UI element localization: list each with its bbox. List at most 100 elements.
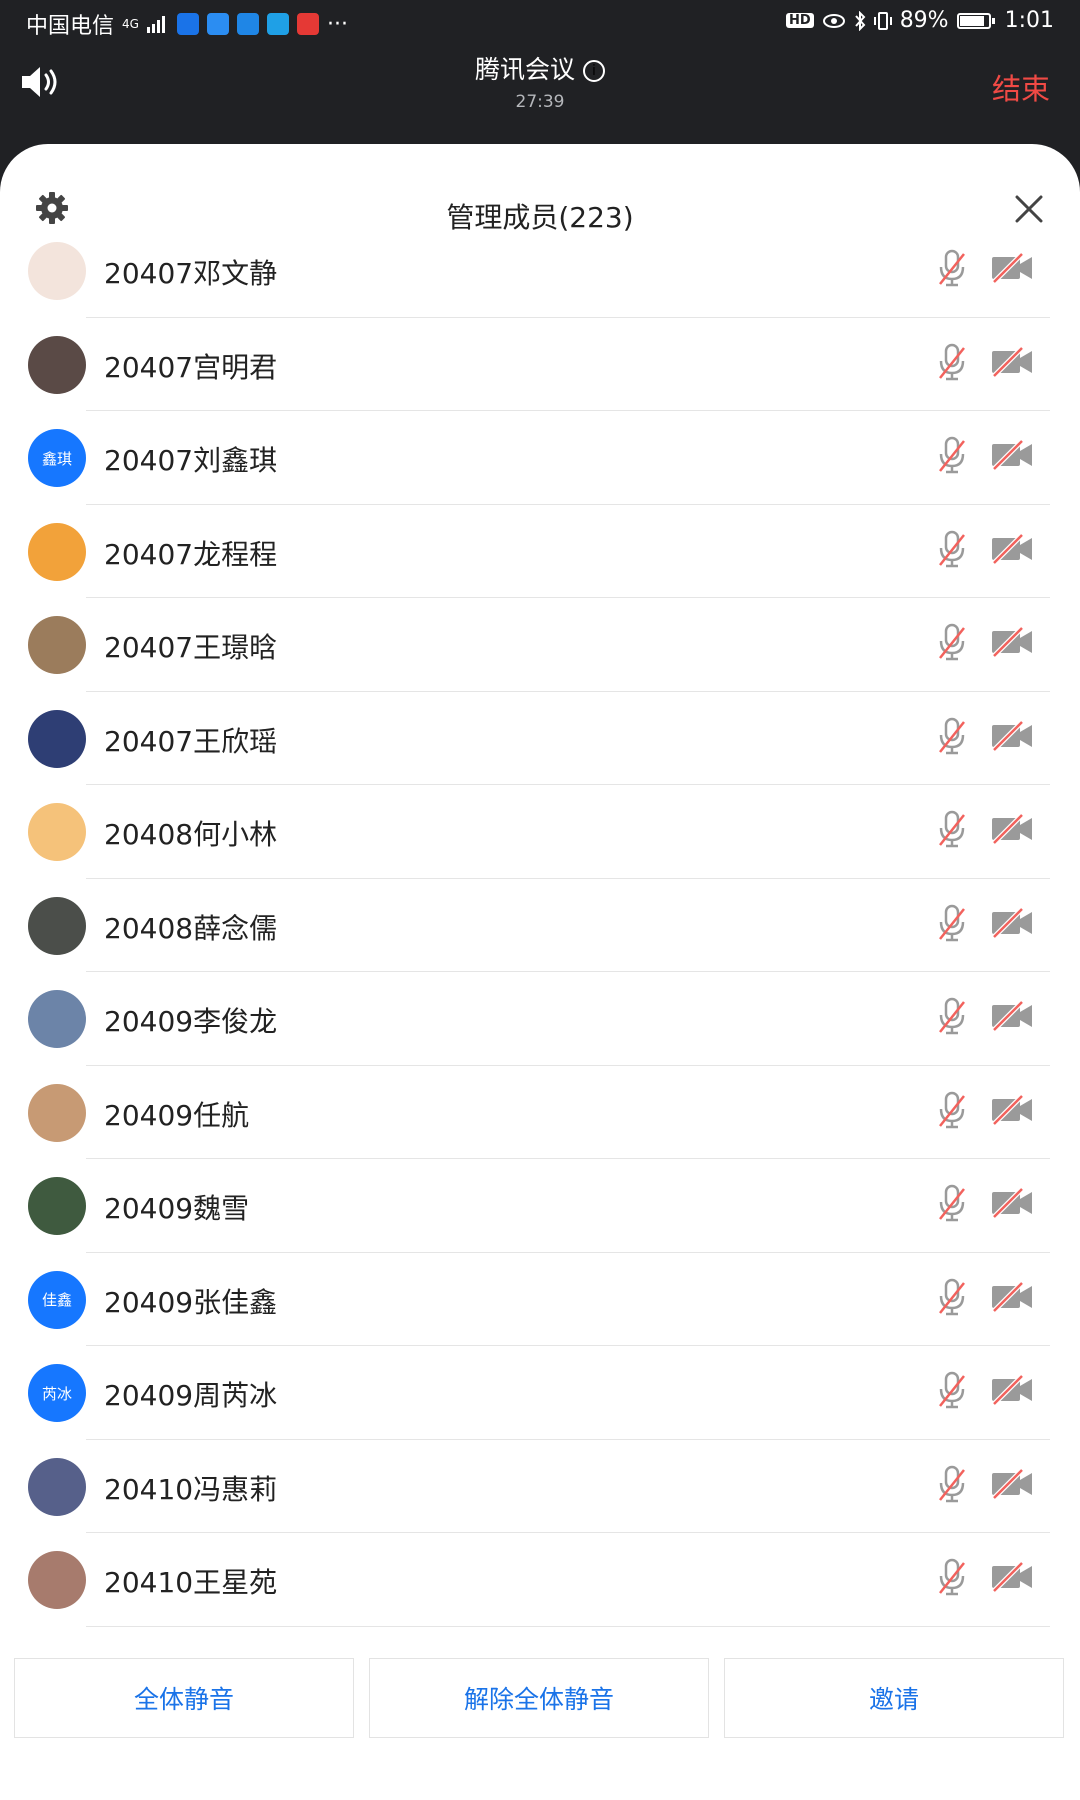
member-row[interactable]: 20410王星苑 <box>0 1533 1080 1627</box>
camera-off-icon[interactable] <box>990 1374 1034 1406</box>
hd-badge: HD <box>786 13 814 28</box>
camera-off-icon[interactable] <box>990 813 1034 845</box>
camera-off-icon[interactable] <box>990 345 1034 378</box>
signal-icon <box>146 16 165 33</box>
member-row[interactable]: 20407龙程程 <box>0 505 1080 598</box>
avatar-initials: 鑫琪 <box>41 449 72 468</box>
info-icon[interactable]: i <box>583 60 605 82</box>
mic-muted-icon[interactable] <box>936 529 968 569</box>
avatar-initials: 芮冰 <box>41 1384 72 1403</box>
mic-muted-icon[interactable] <box>936 996 968 1036</box>
avatar <box>28 803 86 861</box>
meeting-header: 腾讯会议 i 27:39 结束 <box>0 44 1080 122</box>
unmute-all-button[interactable]: 解除全体静音 <box>369 1658 709 1738</box>
camera-off-icon[interactable] <box>990 719 1034 752</box>
member-row[interactable]: 20408何小林 <box>0 785 1080 879</box>
avatar: 佳鑫 <box>28 1270 86 1329</box>
vibrate-icon <box>873 11 892 30</box>
member-row[interactable]: 20407宫明君 <box>0 318 1080 411</box>
end-meeting-button[interactable]: 结束 <box>992 66 1050 108</box>
camera-off-icon[interactable] <box>990 1467 1034 1500</box>
member-name: 20408薛念儒 <box>104 911 278 945</box>
member-name: 20407王欣瑶 <box>104 724 278 758</box>
mic-muted-icon[interactable] <box>936 622 968 662</box>
avatar: 芮冰 <box>28 1364 86 1422</box>
camera-off-icon[interactable] <box>990 626 1034 658</box>
member-name: 20407刘鑫琪 <box>104 444 278 477</box>
mic-muted-icon[interactable] <box>936 248 968 288</box>
avatar <box>28 709 86 768</box>
member-row[interactable]: 20407王璟晗 <box>0 598 1080 692</box>
member-name: 20407龙程程 <box>104 537 278 571</box>
carrier-label: 中国电信 <box>26 14 115 39</box>
member-row[interactable]: 20407王欣瑶 <box>0 692 1080 785</box>
member-name: 20410冯惠莉 <box>104 1472 278 1506</box>
mic-muted-icon[interactable] <box>936 435 968 475</box>
camera-off-icon[interactable] <box>990 439 1034 471</box>
meeting-title-group[interactable]: 腾讯会议 i 27:39 <box>0 50 1080 112</box>
eye-icon <box>822 13 845 28</box>
mic-muted-icon[interactable] <box>936 1557 968 1597</box>
member-name: 20409张佳鑫 <box>104 1285 278 1319</box>
invite-button[interactable]: 邀请 <box>724 1658 1064 1738</box>
avatar: 鑫琪 <box>28 429 86 487</box>
mic-muted-icon[interactable] <box>936 342 968 382</box>
member-row[interactable]: 20410冯惠莉 <box>0 1440 1080 1533</box>
member-row[interactable]: 20409任航 <box>0 1066 1080 1159</box>
member-list: 20407邓文静 20407宫明君鑫琪 20407刘鑫琪 20407龙程程 20407王… <box>0 224 1080 1627</box>
status-left: 中国电信 4G ··· <box>26 8 348 40</box>
avatar <box>28 335 86 394</box>
app-icon-4 <box>266 13 289 35</box>
member-row[interactable]: 20407邓文静 <box>0 224 1080 318</box>
mic-muted-icon[interactable] <box>936 1464 968 1504</box>
network-label: 4G <box>122 17 139 31</box>
member-row[interactable]: 芮冰 20409周芮冰 <box>0 1346 1080 1440</box>
mic-muted-icon[interactable] <box>936 1370 968 1410</box>
mic-muted-icon[interactable] <box>936 903 968 943</box>
member-name: 20408何小林 <box>104 818 278 851</box>
more-notifications-icon: ··· <box>326 11 348 37</box>
mic-muted-icon[interactable] <box>936 809 968 849</box>
camera-off-icon[interactable] <box>990 252 1034 284</box>
member-name: 20407邓文静 <box>104 257 278 290</box>
mic-muted-icon[interactable] <box>936 1277 968 1317</box>
mic-muted-icon[interactable] <box>936 1090 968 1130</box>
camera-off-icon[interactable] <box>990 1561 1034 1593</box>
meeting-title: 腾讯会议 <box>474 55 575 84</box>
camera-off-icon[interactable] <box>990 1000 1034 1032</box>
member-name: 20409魏雪 <box>104 1192 250 1225</box>
member-row[interactable]: 20408薛念儒 <box>0 879 1080 972</box>
app-icon-2 <box>206 13 229 35</box>
avatar <box>28 1457 86 1516</box>
row-divider <box>86 1625 1050 1627</box>
avatar <box>28 522 86 581</box>
camera-off-icon[interactable] <box>990 1093 1034 1126</box>
avatar <box>28 616 86 674</box>
camera-off-icon[interactable] <box>990 532 1034 565</box>
avatar-initials: 佳鑫 <box>41 1291 72 1309</box>
avatar <box>28 242 86 300</box>
member-name: 20407王璟晗 <box>104 631 278 664</box>
camera-off-icon[interactable] <box>990 1187 1034 1219</box>
mic-muted-icon[interactable] <box>936 1183 968 1223</box>
recording-icon <box>296 13 319 35</box>
meeting-duration: 27:39 <box>515 92 565 112</box>
camera-off-icon[interactable] <box>990 906 1034 939</box>
status-right: HD 89% 1:01 <box>786 8 1054 33</box>
battery-icon <box>956 12 995 29</box>
member-row[interactable]: 20409魏雪 <box>0 1159 1080 1253</box>
member-row[interactable]: 鑫琪 20407刘鑫琪 <box>0 411 1080 505</box>
camera-off-icon[interactable] <box>990 1280 1034 1313</box>
member-row[interactable]: 佳鑫 20409张佳鑫 <box>0 1253 1080 1346</box>
avatar <box>28 1551 86 1609</box>
close-icon[interactable] <box>1012 192 1046 226</box>
member-name: 20409李俊龙 <box>104 1005 278 1038</box>
mute-all-button[interactable]: 全体静音 <box>14 1658 354 1738</box>
bluetooth-icon <box>854 10 866 31</box>
avatar <box>28 1177 86 1235</box>
member-name: 20409任航 <box>104 1098 250 1132</box>
mic-muted-icon[interactable] <box>936 716 968 756</box>
clock: 1:01 <box>1004 8 1054 33</box>
battery-percent: 89% <box>899 8 949 33</box>
member-row[interactable]: 20409李俊龙 <box>0 972 1080 1066</box>
